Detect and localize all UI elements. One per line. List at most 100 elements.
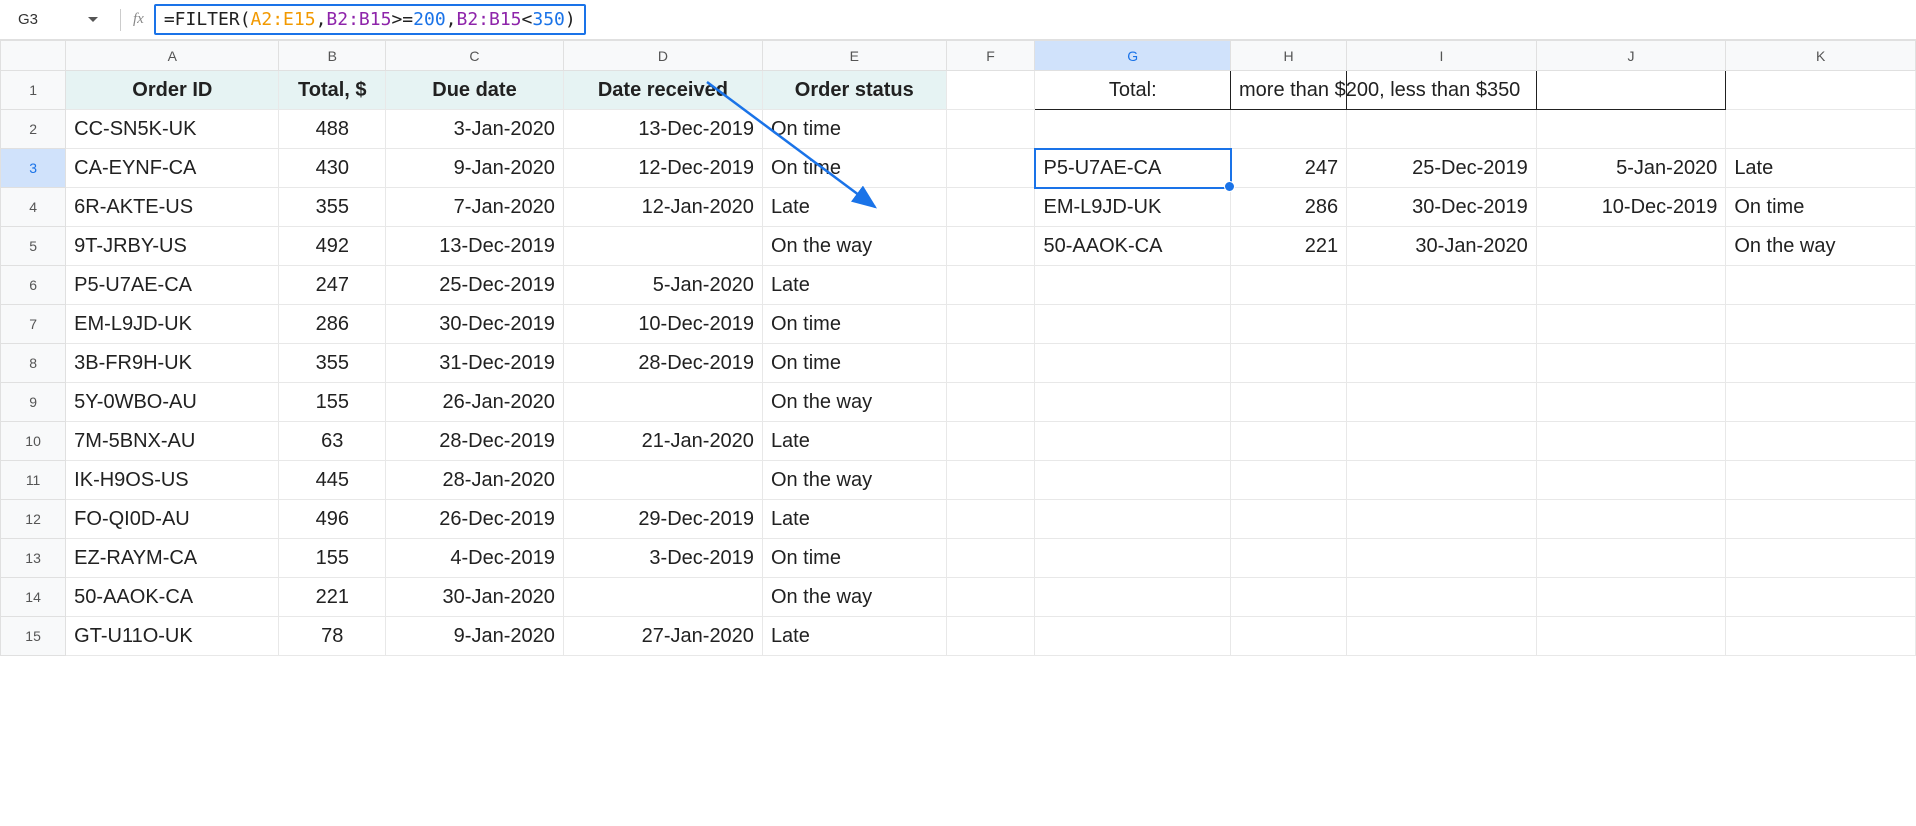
cell-A5[interactable]: 9T-JRBY-US [66, 227, 279, 266]
cell-E12[interactable]: Late [762, 500, 946, 539]
cell-J6[interactable] [1536, 266, 1726, 305]
row-header-9[interactable]: 9 [1, 383, 66, 422]
cell-G13[interactable] [1035, 539, 1231, 578]
cell-H4[interactable]: 286 [1231, 188, 1347, 227]
cell-J5[interactable] [1536, 227, 1726, 266]
cell-K2[interactable] [1726, 110, 1916, 149]
cell-I6[interactable] [1347, 266, 1537, 305]
cell-H7[interactable] [1231, 305, 1347, 344]
cell-B1[interactable]: Total, $ [279, 71, 386, 110]
cell-K1[interactable] [1726, 71, 1916, 110]
cell-J1[interactable] [1536, 71, 1726, 110]
cell-K8[interactable] [1726, 344, 1916, 383]
row-header-2[interactable]: 2 [1, 110, 66, 149]
cell-K13[interactable] [1726, 539, 1916, 578]
cell-H11[interactable] [1231, 461, 1347, 500]
cell-H15[interactable] [1231, 617, 1347, 656]
cell-G3[interactable]: P5-U7AE-CA [1035, 149, 1231, 188]
cell-K11[interactable] [1726, 461, 1916, 500]
cell-D3[interactable]: 12-Dec-2019 [563, 149, 762, 188]
cell-I1[interactable] [1347, 71, 1537, 110]
cell-A1[interactable]: Order ID [66, 71, 279, 110]
cell-H8[interactable] [1231, 344, 1347, 383]
cell-J12[interactable] [1536, 500, 1726, 539]
cell-B2[interactable]: 488 [279, 110, 386, 149]
row-header-11[interactable]: 11 [1, 461, 66, 500]
column-header-F[interactable]: F [946, 41, 1035, 71]
cell-G11[interactable] [1035, 461, 1231, 500]
cell-C5[interactable]: 13-Dec-2019 [386, 227, 564, 266]
cell-F8[interactable] [946, 344, 1035, 383]
cell-G14[interactable] [1035, 578, 1231, 617]
cell-J7[interactable] [1536, 305, 1726, 344]
cell-H1[interactable]: more than $200, less than $350 [1231, 71, 1347, 110]
cell-F12[interactable] [946, 500, 1035, 539]
cell-A4[interactable]: 6R-AKTE-US [66, 188, 279, 227]
cell-E9[interactable]: On the way [762, 383, 946, 422]
row-header-15[interactable]: 15 [1, 617, 66, 656]
cell-I9[interactable] [1347, 383, 1537, 422]
cell-I2[interactable] [1347, 110, 1537, 149]
cell-F7[interactable] [946, 305, 1035, 344]
cell-G7[interactable] [1035, 305, 1231, 344]
cell-A9[interactable]: 5Y-0WBO-AU [66, 383, 279, 422]
row-header-8[interactable]: 8 [1, 344, 66, 383]
cell-E8[interactable]: On time [762, 344, 946, 383]
cell-D11[interactable] [563, 461, 762, 500]
row-header-12[interactable]: 12 [1, 500, 66, 539]
cell-F4[interactable] [946, 188, 1035, 227]
cell-K9[interactable] [1726, 383, 1916, 422]
cell-B10[interactable]: 63 [279, 422, 386, 461]
cell-G5[interactable]: 50-AAOK-CA [1035, 227, 1231, 266]
cell-I8[interactable] [1347, 344, 1537, 383]
cell-A7[interactable]: EM-L9JD-UK [66, 305, 279, 344]
cell-A15[interactable]: GT-U11O-UK [66, 617, 279, 656]
cell-A13[interactable]: EZ-RAYM-CA [66, 539, 279, 578]
cell-C2[interactable]: 3-Jan-2020 [386, 110, 564, 149]
cell-J15[interactable] [1536, 617, 1726, 656]
cell-G12[interactable] [1035, 500, 1231, 539]
cell-F11[interactable] [946, 461, 1035, 500]
cell-B11[interactable]: 445 [279, 461, 386, 500]
column-header-B[interactable]: B [279, 41, 386, 71]
cell-H10[interactable] [1231, 422, 1347, 461]
cell-C10[interactable]: 28-Dec-2019 [386, 422, 564, 461]
cell-E10[interactable]: Late [762, 422, 946, 461]
column-header-H[interactable]: H [1231, 41, 1347, 71]
column-header-J[interactable]: J [1536, 41, 1726, 71]
cell-K12[interactable] [1726, 500, 1916, 539]
cell-E7[interactable]: On time [762, 305, 946, 344]
cell-E4[interactable]: Late [762, 188, 946, 227]
cell-C4[interactable]: 7-Jan-2020 [386, 188, 564, 227]
name-box[interactable]: G3 [8, 6, 108, 34]
cell-H5[interactable]: 221 [1231, 227, 1347, 266]
cell-D9[interactable] [563, 383, 762, 422]
cell-B7[interactable]: 286 [279, 305, 386, 344]
cell-H3[interactable]: 247 [1231, 149, 1347, 188]
cell-C7[interactable]: 30-Dec-2019 [386, 305, 564, 344]
cell-K14[interactable] [1726, 578, 1916, 617]
cell-C15[interactable]: 9-Jan-2020 [386, 617, 564, 656]
cell-H14[interactable] [1231, 578, 1347, 617]
cell-E15[interactable]: Late [762, 617, 946, 656]
cell-G15[interactable] [1035, 617, 1231, 656]
column-header-G[interactable]: G [1035, 41, 1231, 71]
cell-K5[interactable]: On the way [1726, 227, 1916, 266]
cell-F2[interactable] [946, 110, 1035, 149]
cell-D14[interactable] [563, 578, 762, 617]
cell-B3[interactable]: 430 [279, 149, 386, 188]
cell-I14[interactable] [1347, 578, 1537, 617]
cell-I4[interactable]: 30-Dec-2019 [1347, 188, 1537, 227]
cell-C8[interactable]: 31-Dec-2019 [386, 344, 564, 383]
cell-C3[interactable]: 9-Jan-2020 [386, 149, 564, 188]
chevron-down-icon[interactable] [88, 17, 98, 22]
cell-K15[interactable] [1726, 617, 1916, 656]
row-header-3[interactable]: 3 [1, 149, 66, 188]
cell-B5[interactable]: 492 [279, 227, 386, 266]
cell-F1[interactable] [946, 71, 1035, 110]
cell-A11[interactable]: IK-H9OS-US [66, 461, 279, 500]
cell-G10[interactable] [1035, 422, 1231, 461]
cell-D12[interactable]: 29-Dec-2019 [563, 500, 762, 539]
cell-A6[interactable]: P5-U7AE-CA [66, 266, 279, 305]
cell-J9[interactable] [1536, 383, 1726, 422]
